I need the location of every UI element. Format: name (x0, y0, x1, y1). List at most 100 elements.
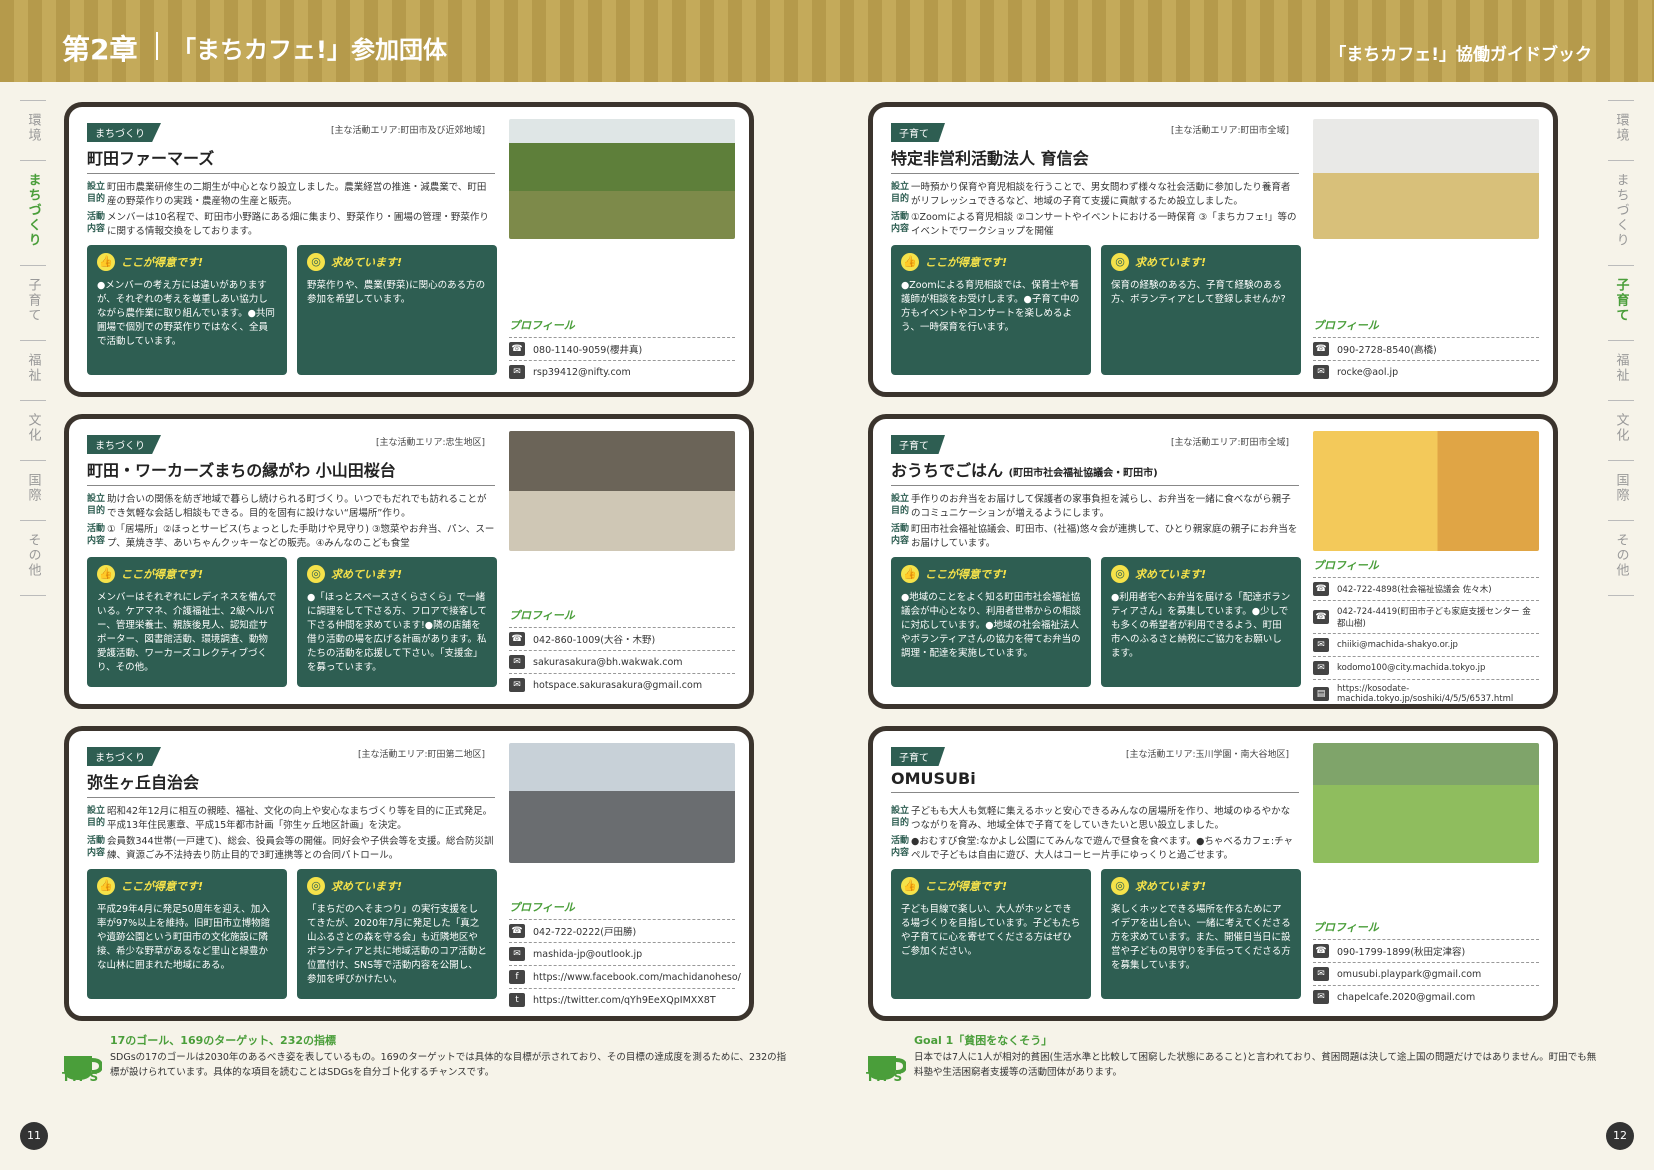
contact-text: 090-2728-8540(高橋) (1337, 345, 1437, 356)
contact-row[interactable]: ☎ 042-722-0222(戸田勝) (509, 919, 735, 942)
sidenav-item-bunka[interactable]: 文化 (1608, 400, 1634, 460)
contact-row[interactable]: ✉ chiiki@machida-shakyo.or.jp (1313, 633, 1539, 656)
wanted-box: ◎ 求めています! 野菜作りや、農業(野菜)に関心のある方の参加を希望しています。 (297, 245, 497, 375)
wanted-box: ◎ 求めています! 楽しくホッとできる場所を作るためにアイデアを出し合い、一緒に考… (1101, 869, 1301, 999)
profile-heading: プロフィール (1313, 319, 1379, 332)
profile-heading: プロフィール (1313, 921, 1379, 934)
mail-icon: ✉ (509, 655, 525, 669)
sidenav-item-machizukuri[interactable]: まちづくり (1608, 160, 1634, 265)
sidenav-item-kokusai[interactable]: 国際 (1608, 460, 1634, 520)
mail-icon: ✉ (509, 678, 525, 692)
activity-text: 会員数344世帯(一戸建て)、総会、役員会等の開催。同好会や子供会等を支援。総合… (107, 836, 494, 861)
org-name: OMUSUBi (891, 769, 1299, 793)
activity-area: [主な活動エリア:町田第二地区] (357, 750, 485, 760)
contact-row[interactable]: ✉ hotspace.sakurasakura@gmail.com (509, 673, 735, 696)
mail-icon: ✉ (1313, 990, 1329, 1004)
profile-heading: プロフィール (1313, 559, 1379, 572)
contact-row[interactable]: ✉ kodomo100@city.machida.tokyo.jp (1313, 656, 1539, 679)
contact-row[interactable]: ✉ omusubi.playpark@gmail.com (1313, 962, 1539, 985)
strength-heading: ここが得意です! (121, 880, 204, 893)
activity-area: [主な活動エリア:町田市全域] (1170, 126, 1289, 136)
sidenav-item-kosodate[interactable]: 子育て (20, 265, 46, 340)
contact-row[interactable]: ✉ sakurasakura@bh.wakwak.com (509, 650, 735, 673)
profile-heading: プロフィール (509, 901, 575, 914)
strength-text: 子ども目線で楽しい、大人がホッとできる場づくりを目指しています。子どもたちや子育… (901, 904, 1081, 957)
wanted-text: 保育の経験のある方、子育て経験のある方、ボランティアとして登録しませんか? (1111, 280, 1286, 305)
strength-text: ●地域のことをよく知る町田市社会福祉協議会が中心となり、利用者世帯からの相談に対… (901, 592, 1081, 659)
sidenav-item-sonota[interactable]: その他 (20, 520, 46, 596)
facebook-icon: f (509, 970, 525, 984)
tips-body: 日本では7人に1人が相対的貧困(生活水準と比較して困窮した状態にあること)と言わ… (914, 1052, 1597, 1078)
contact-text: 042-722-0222(戸田勝) (533, 927, 637, 938)
contact-text: https://www.facebook.com/machidanoheso/ (533, 971, 741, 983)
tips-heading: 17のゴール、169のターゲット、232の指標 (110, 1034, 337, 1047)
sidenav-item-kankyo[interactable]: 環境 (1608, 100, 1634, 160)
mail-icon: ✉ (509, 947, 525, 961)
org-name: 特定非営利活動法人 育信会 (891, 145, 1299, 174)
sidenav-item-fukushi[interactable]: 福祉 (1608, 340, 1634, 400)
phone-icon: ☎ (1313, 610, 1329, 624)
activity-row: 活動内容 ●おむすび食堂:なかよし公園にてみんなで遊んで昼食を食べます。●ちゃべ… (891, 835, 1299, 863)
activity-photo (1313, 431, 1539, 551)
contact-text: https://kosodate-machida.tokyo.jp/soshik… (1337, 684, 1514, 704)
activity-label: 活動内容 (891, 212, 910, 234)
contact-text: hotspace.sakurasakura@gmail.com (533, 679, 703, 691)
contact-row[interactable]: ☎ 042-724-4419(町田市子ども家庭支援センター 金都山樹) (1313, 600, 1539, 633)
contact-row[interactable]: ✉ rocke@aol.jp (1313, 360, 1539, 383)
sidenav-item-kankyo[interactable]: 環境 (20, 100, 46, 160)
category-tag: 子育て (891, 747, 945, 766)
contact-row[interactable]: ✉ rsp39412@nifty.com (509, 360, 735, 383)
contact-row[interactable]: ☎ 090-2728-8540(高橋) (1313, 337, 1539, 360)
purpose-text: 昭和42年12月に相互の親睦、福祉、文化の向上や安心なまちづくり等を目的に正式発… (107, 806, 493, 831)
tips-heading: Goal 1「貧困をなくそう」 (914, 1034, 1053, 1047)
activity-row: 活動内容 町田市社会福祉協議会、町田市、(社福)悠々会が連携して、ひとり親家庭の… (891, 523, 1299, 551)
phone-icon: ☎ (1313, 582, 1329, 596)
strength-heading: ここが得意です! (925, 256, 1008, 269)
category-tag: まちづくり (87, 435, 161, 454)
org-card: まちづくり [主な活動エリア:町田市及び近郊地域] 町田ファーマーズ 設立目的 … (64, 102, 754, 397)
sidenav-item-kokusai[interactable]: 国際 (20, 460, 46, 520)
category-tag: 子育て (891, 435, 945, 454)
wanted-heading: 求めています! (331, 256, 403, 269)
org-name: 町田・ワーカーズまちの縁がわ 小山田桜台 (87, 457, 495, 486)
wanted-text: 楽しくホッとできる場所を作るためにアイデアを出し合い、一緒に考えてくださる方を求… (1111, 904, 1291, 971)
purpose-row: 設立目的 手作りのお弁当をお届けして保護者の家事負担を減らし、お弁当を一緒に食べ… (891, 493, 1299, 521)
contact-row[interactable]: ✉ mashida-jp@outlook.jp (509, 942, 735, 965)
page-number-right: 12 (1606, 1122, 1634, 1150)
contact-row[interactable]: ▤ https://kosodate-machida.tokyo.jp/soshi… (1313, 679, 1539, 708)
sidenav-left: 環境 まちづくり 子育て 福祉 文化 国際 その他 (20, 100, 46, 596)
strength-text: メンバーはそれぞれにレディネスを備んでいる。ケアマネ、介護福祉士、2級ヘルパー、… (97, 592, 277, 673)
wanted-heading: 求めています! (1135, 880, 1207, 893)
contact-row[interactable]: t https://twitter.com/qYh9EeXQpIMXX8T (509, 988, 735, 1011)
header-bar: 第2章 「まちカフェ!」参加団体 「まちカフェ!」協働ガイドブック (0, 0, 1654, 82)
contact-row[interactable]: ☎ 090-1799-1899(秋田定津容) (1313, 939, 1539, 962)
profile: プロフィール ☎ 080-1140-9059(櫻井真) ✉ rsp39412@nift… (509, 317, 735, 383)
mail-icon: ✉ (1313, 967, 1329, 981)
contact-row[interactable]: ☎ 080-1140-9059(櫻井真) (509, 337, 735, 360)
contact-text: 090-1799-1899(秋田定津容) (1337, 947, 1466, 958)
sidenav-item-kosodate[interactable]: 子育て (1608, 265, 1634, 340)
thumbs-up-icon: 👍 (97, 877, 115, 895)
contact-row[interactable]: ✉ chapelcafe.2020@gmail.com (1313, 985, 1539, 1008)
profile: プロフィール ☎ 042-722-4898(社会福祉協議会 佐々木) ☎ 042-72… (1313, 557, 1539, 708)
sidenav-item-fukushi[interactable]: 福祉 (20, 340, 46, 400)
contact-text: chapelcafe.2020@gmail.com (1337, 991, 1476, 1003)
org-card: 子育て [主な活動エリア:玉川学園・南大谷地区] OMUSUBi 設立目的 子ど… (868, 726, 1558, 1021)
strength-box: 👍 ここが得意です! 平成29年4月に発足50周年を迎え、加入率が97%以上を維持… (87, 869, 287, 999)
contact-row[interactable]: f https://www.facebook.com/machidanoheso/ (509, 965, 741, 988)
wanted-text: 「まちだのへそまつり」の実行支援をしてきたが、2020年7月に発足した「真之山ふ… (307, 904, 487, 985)
contact-row[interactable]: ☎ 042-722-4898(社会福祉協議会 佐々木) (1313, 577, 1539, 600)
sidenav-item-machizukuri[interactable]: まちづくり (20, 160, 46, 265)
purpose-label: 設立目的 (87, 182, 106, 204)
purpose-text: 助け合いの関係を紡ぎ地域で暮らし続けられる町づくり。いつでもだれでも訪れることが… (107, 494, 487, 519)
sidenav-item-bunka[interactable]: 文化 (20, 400, 46, 460)
sidenav-item-sonota[interactable]: その他 (1608, 520, 1634, 596)
activity-photo (1313, 743, 1539, 863)
sidenav-right: 環境 まちづくり 子育て 福祉 文化 国際 その他 (1608, 100, 1634, 596)
wanted-heading: 求めています! (331, 568, 403, 581)
purpose-row: 設立目的 昭和42年12月に相互の親睦、福祉、文化の向上や安心なまちづくり等を目… (87, 805, 495, 833)
tips-label: TIPS (866, 1070, 905, 1084)
contact-row[interactable]: ☎ 042-860-1009(大谷・木野) (509, 627, 735, 650)
profile-heading: プロフィール (509, 319, 575, 332)
activity-text: ①「居場所」②ほっとサービス(ちょっとした手助けや見守り) ③惣菜やお弁当、パン… (107, 524, 495, 549)
